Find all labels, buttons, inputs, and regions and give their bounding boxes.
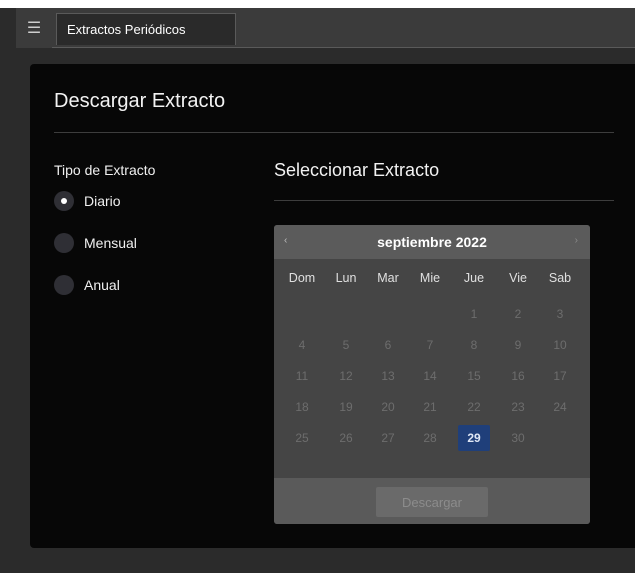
calendar-header: ‹ septiembre 2022 › bbox=[274, 225, 590, 259]
calendar-day: 25 bbox=[295, 431, 309, 445]
calendar-day: 12 bbox=[339, 369, 353, 383]
calendar-day: 24 bbox=[553, 400, 567, 414]
calendar-day: 20 bbox=[381, 400, 395, 414]
calendar-footer: Descargar bbox=[274, 478, 590, 524]
divider bbox=[54, 132, 614, 133]
weekday-header: Jue bbox=[463, 271, 485, 285]
calendar-day: 14 bbox=[423, 369, 437, 383]
calendar-day: 4 bbox=[298, 338, 306, 352]
calendar-day: 1 bbox=[470, 307, 478, 321]
download-button[interactable]: Descargar bbox=[376, 487, 488, 517]
tab-label: Extractos Periódicos bbox=[67, 22, 186, 37]
radio-unselected-icon[interactable] bbox=[54, 275, 74, 295]
radio-anual[interactable]: Anual bbox=[54, 275, 120, 295]
extract-panel: Descargar Extracto Tipo de Extracto Diar… bbox=[30, 64, 635, 548]
divider bbox=[274, 200, 614, 201]
weekday-header: Vie bbox=[509, 271, 527, 285]
calendar-day: 16 bbox=[511, 369, 525, 383]
weekday-header: Lun bbox=[335, 271, 357, 285]
calendar-day: 9 bbox=[514, 338, 522, 352]
calendar-day: 6 bbox=[384, 338, 392, 352]
calendar-day: 22 bbox=[467, 400, 481, 414]
calendar-day: 11 bbox=[295, 369, 309, 383]
hamburger-icon[interactable]: ☰ bbox=[16, 8, 52, 48]
radio-label: Anual bbox=[84, 277, 120, 293]
weekday-header: Mar bbox=[377, 271, 399, 285]
calendar-day: 17 bbox=[553, 369, 567, 383]
weekday-header: Sab bbox=[548, 271, 572, 285]
tab-extractos-periodicos[interactable]: Extractos Periódicos bbox=[56, 13, 236, 45]
calendar-day: 21 bbox=[423, 400, 437, 414]
calendar-day: 19 bbox=[339, 400, 353, 414]
calendar-day: 30 bbox=[511, 431, 525, 445]
radio-diario[interactable]: Diario bbox=[54, 191, 121, 211]
calendar-day: 26 bbox=[339, 431, 353, 445]
calendar-day: 2 bbox=[514, 307, 522, 321]
chevron-right-icon[interactable]: › bbox=[575, 235, 578, 246]
calendar-day: 23 bbox=[511, 400, 525, 414]
radio-label: Mensual bbox=[84, 235, 137, 251]
tab-bar: ☰ Extractos Periódicos bbox=[16, 8, 635, 48]
calendar-day: 15 bbox=[467, 369, 481, 383]
top-strip bbox=[0, 0, 635, 8]
page-title: Descargar Extracto bbox=[54, 90, 226, 112]
radio-unselected-icon[interactable] bbox=[54, 233, 74, 253]
calendar-day-selected[interactable]: 29 bbox=[458, 425, 490, 451]
radio-selected-icon[interactable] bbox=[54, 191, 74, 211]
extract-type-label: Tipo de Extracto bbox=[54, 162, 156, 178]
calendar-day: 18 bbox=[295, 400, 309, 414]
radio-mensual[interactable]: Mensual bbox=[54, 233, 137, 253]
weekday-header: Dom bbox=[288, 271, 316, 285]
calendar-day: 3 bbox=[556, 307, 564, 321]
weekday-header: Mie bbox=[419, 271, 441, 285]
calendar-day: 7 bbox=[426, 338, 434, 352]
calendar-day: 8 bbox=[470, 338, 478, 352]
calendar-day: 27 bbox=[381, 431, 395, 445]
calendar-day: 5 bbox=[342, 338, 350, 352]
calendar-day: 10 bbox=[553, 338, 567, 352]
select-extract-label: Seleccionar Extracto bbox=[274, 160, 440, 180]
calendar-day: 13 bbox=[381, 369, 395, 383]
calendar: ‹ septiembre 2022 › Descargar Dom Lun Mar M… bbox=[274, 225, 590, 524]
calendar-month-label: septiembre 2022 bbox=[377, 234, 487, 250]
radio-label: Diario bbox=[84, 193, 121, 209]
calendar-day: 28 bbox=[423, 431, 437, 445]
